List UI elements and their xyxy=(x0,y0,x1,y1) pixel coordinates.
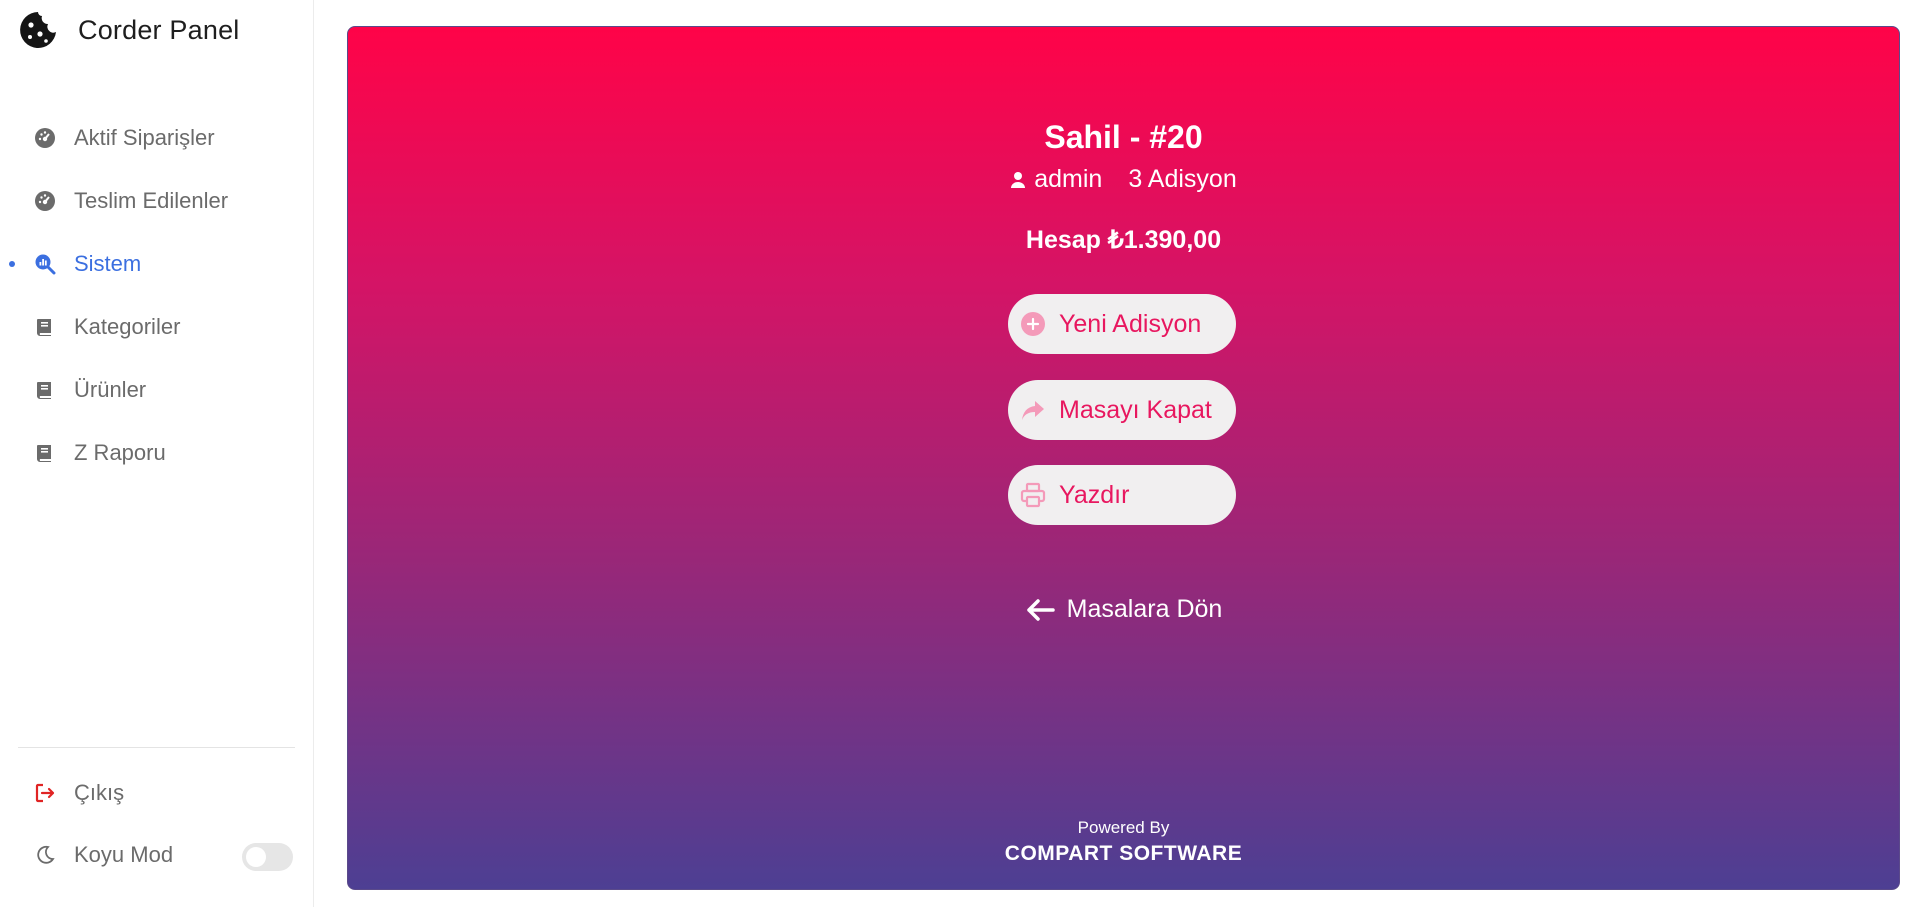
sidebar-nav: Aktif Siparişler Teslim Edilenler Sistem… xyxy=(0,106,314,484)
logout-icon xyxy=(34,782,56,804)
dashboard-icon xyxy=(34,190,56,212)
sidebar-item-aktif-siparisler[interactable]: Aktif Siparişler xyxy=(0,106,314,169)
user-icon xyxy=(1011,171,1026,188)
brand[interactable]: Corder Panel xyxy=(18,10,240,50)
sidebar-divider xyxy=(18,747,295,748)
plus-circle-icon xyxy=(1020,311,1046,337)
dark-mode-toggle[interactable] xyxy=(242,843,293,871)
arrow-left-icon xyxy=(1026,598,1055,621)
toggle-knob xyxy=(246,847,266,867)
sidebar-item-label: Ürünler xyxy=(74,376,147,402)
sidebar-item-urunler[interactable]: Ürünler xyxy=(0,358,314,421)
print-label: Yazdır xyxy=(1059,480,1130,509)
book-icon xyxy=(34,379,56,401)
user-name: admin xyxy=(1034,165,1103,193)
share-arrow-icon xyxy=(1020,397,1046,423)
print-button[interactable]: Yazdır xyxy=(1008,465,1236,525)
dark-mode-label: Koyu Mod xyxy=(74,842,174,867)
sidebar-item-label: Z Raporu xyxy=(74,439,166,465)
bill-total: Hesap ₺1.390,00 xyxy=(1025,226,1222,254)
sidebar-item-z-raporu[interactable]: Z Raporu xyxy=(0,421,314,484)
app-title: Corder Panel xyxy=(78,14,240,45)
sidebar-item-kategoriler[interactable]: Kategoriler xyxy=(0,295,314,358)
sidebar-item-label: Sistem xyxy=(74,250,142,276)
new-receipt-button[interactable]: Yeni Adisyon xyxy=(1008,294,1236,354)
back-to-tables-link[interactable]: Masalara Dön xyxy=(348,595,1899,624)
close-table-button[interactable]: Masayı Kapat xyxy=(1008,380,1236,440)
dashboard-icon xyxy=(34,127,56,149)
receipt-count: 3 Adisyon xyxy=(1128,165,1237,193)
search-chart-icon xyxy=(34,253,56,275)
company-name: COMPART SOFTWARE xyxy=(1004,842,1243,865)
logout-button[interactable]: Çıkış xyxy=(34,780,124,806)
book-icon xyxy=(34,442,56,464)
sidebar-item-label: Aktif Siparişler xyxy=(74,124,215,150)
moon-icon xyxy=(34,844,56,866)
cookie-icon xyxy=(20,12,56,48)
powered-by-text: Powered By xyxy=(1077,818,1170,837)
sidebar-item-teslim-edilenler[interactable]: Teslim Edilenler xyxy=(0,169,314,232)
printer-icon xyxy=(1020,482,1046,508)
table-title: Sahil - #20 xyxy=(1044,119,1203,155)
logout-label: Çıkış xyxy=(74,780,125,805)
sidebar-item-label: Kategoriler xyxy=(74,313,181,339)
book-icon xyxy=(34,316,56,338)
table-detail-card: Sahil - #20 admin 3 Adisyon Hesap ₺1.390… xyxy=(347,26,1900,890)
dark-mode-row: Koyu Mod xyxy=(34,842,173,868)
table-meta: admin 3 Adisyon xyxy=(348,165,1899,194)
sidebar: Corder Panel Aktif Siparişler Teslim Edi… xyxy=(0,0,314,907)
new-receipt-label: Yeni Adisyon xyxy=(1059,309,1202,338)
active-indicator xyxy=(9,260,15,267)
table-user: admin xyxy=(1010,165,1102,194)
back-label: Masalara Dön xyxy=(1066,595,1223,623)
sidebar-item-sistem[interactable]: Sistem xyxy=(0,232,314,295)
close-table-label: Masayı Kapat xyxy=(1059,395,1212,424)
sidebar-item-label: Teslim Edilenler xyxy=(74,187,229,213)
